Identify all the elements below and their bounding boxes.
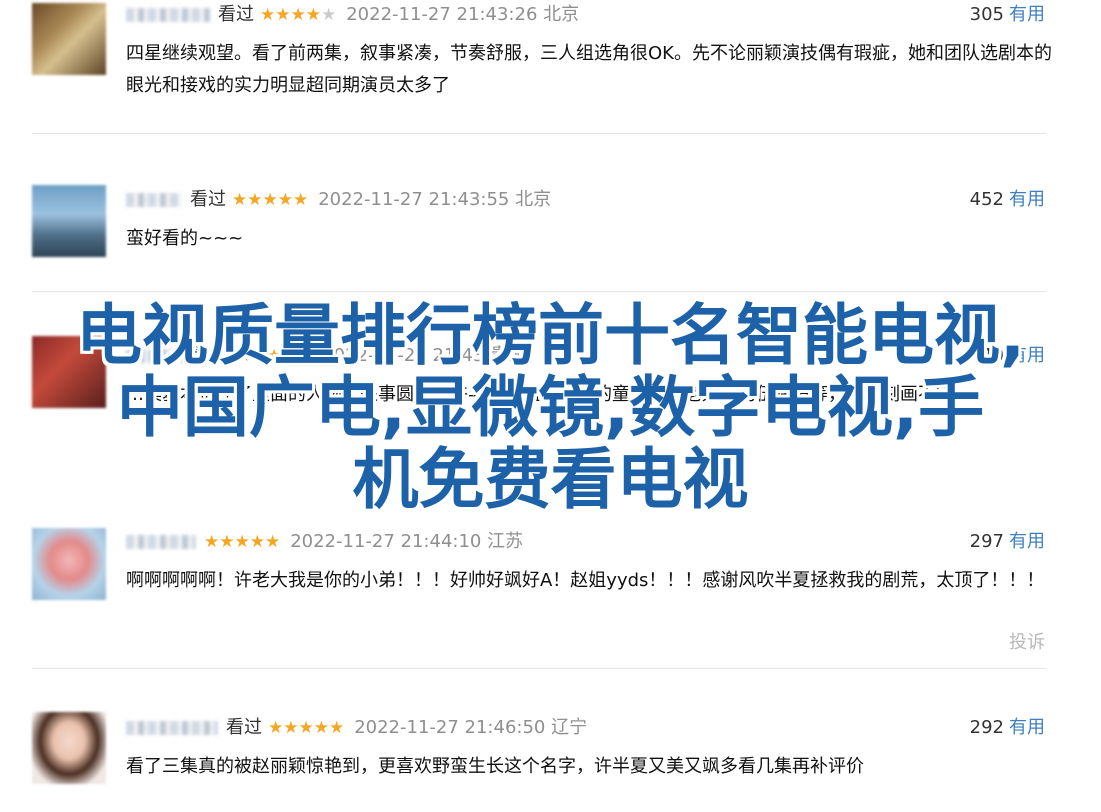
review-text: 蛮好看的~~~	[126, 228, 244, 249]
review-meta: 看过 ★★★★★ 2022-11-27 21:43:55 北京	[126, 188, 551, 212]
review-meta: 看过 ★★★★★ 2022-11-27 21:43:26 北京	[126, 3, 579, 27]
review-meta: ★★★★★ 2022-11-27 21:44:10 江苏	[126, 530, 523, 554]
review-location: 辽宁	[551, 717, 588, 738]
review-meta: 看过 ★★★★★ 2022-11-27 21:43 贵州	[126, 344, 526, 368]
avatar[interactable]	[32, 336, 106, 408]
review-location: 江苏	[487, 531, 524, 552]
useful-button[interactable]: 有用	[1009, 4, 1045, 25]
rating-stars: ★★★★★	[204, 532, 281, 552]
review-text: 啊啊啊啊啊！许老大我是你的小弟！！！好帅好飒好A！赵姐yyds！！！感谢风吹半夏…	[126, 570, 1045, 591]
review-time: 2022-11-27 21:46:50	[354, 717, 546, 738]
review-text: 四星继续观望。看了前两集，叙事紧凑，节奏舒服，三人组选角很OK。先不论丽颖演技偶…	[126, 43, 1052, 96]
watched-label: 看过	[218, 4, 254, 25]
vote-area: 305 有用	[970, 3, 1045, 27]
review-text: …集基本记住了里面的人物，处事圆润的许半夏，温柔听话的童骁骑，老好人的伍建设等，…	[126, 384, 954, 405]
vote-area: 292 有用	[970, 716, 1045, 740]
watched-label: 看过	[226, 717, 262, 738]
divider	[32, 291, 1046, 292]
username[interactable]	[126, 535, 196, 549]
avatar[interactable]	[32, 3, 106, 75]
overlay-line: 机免费看电视	[352, 441, 749, 518]
useful-button[interactable]: 有用	[1009, 189, 1045, 210]
vote-count: 297	[969, 531, 1004, 552]
vote-area: 297 有用	[970, 530, 1045, 554]
review-location: 北京	[543, 4, 580, 25]
vote-area: 452 有用	[970, 188, 1045, 212]
review-time: 2022-11-27 21:43:26	[346, 4, 538, 25]
vote-area: 440 有用	[970, 344, 1045, 368]
report-link[interactable]: 投诉	[1009, 628, 1045, 654]
avatar[interactable]	[32, 712, 106, 784]
review-time: 2022-11-27 21:43:55	[318, 189, 510, 210]
rating-stars: ★★★★★	[260, 5, 337, 25]
watched-label: 看过	[194, 345, 230, 366]
divider	[32, 668, 1046, 669]
rating-stars: ★★★★★	[236, 346, 313, 366]
vote-count: 440	[969, 345, 1004, 366]
username[interactable]	[126, 193, 182, 207]
review-meta: 看过 ★★★★★ 2022-11-27 21:46:50 辽宁	[126, 716, 587, 740]
divider	[32, 133, 1046, 134]
username[interactable]	[126, 349, 186, 363]
review-text: 看了三集真的被赵丽颖惊艳到，更喜欢野蛮生长这个名字，许半夏又美又飒多看几集再补评…	[126, 756, 864, 777]
useful-button[interactable]: 有用	[1009, 345, 1045, 366]
review-location: 贵州	[490, 345, 527, 366]
avatar[interactable]	[32, 185, 106, 257]
rating-stars: ★★★★★	[268, 718, 345, 738]
review-time: 2022-11-27 21:44:10	[290, 531, 482, 552]
useful-button[interactable]: 有用	[1009, 531, 1045, 552]
review-time: 2022-11-27 21:43	[322, 345, 485, 366]
username[interactable]	[126, 8, 210, 22]
watched-label: 看过	[190, 189, 226, 210]
vote-count: 305	[969, 4, 1004, 25]
username[interactable]	[126, 721, 218, 735]
rating-stars: ★★★★★	[232, 190, 309, 210]
avatar[interactable]	[32, 528, 106, 600]
vote-count: 292	[969, 717, 1004, 738]
review-location: 北京	[515, 189, 552, 210]
useful-button[interactable]: 有用	[1009, 717, 1045, 738]
vote-count: 452	[969, 189, 1004, 210]
